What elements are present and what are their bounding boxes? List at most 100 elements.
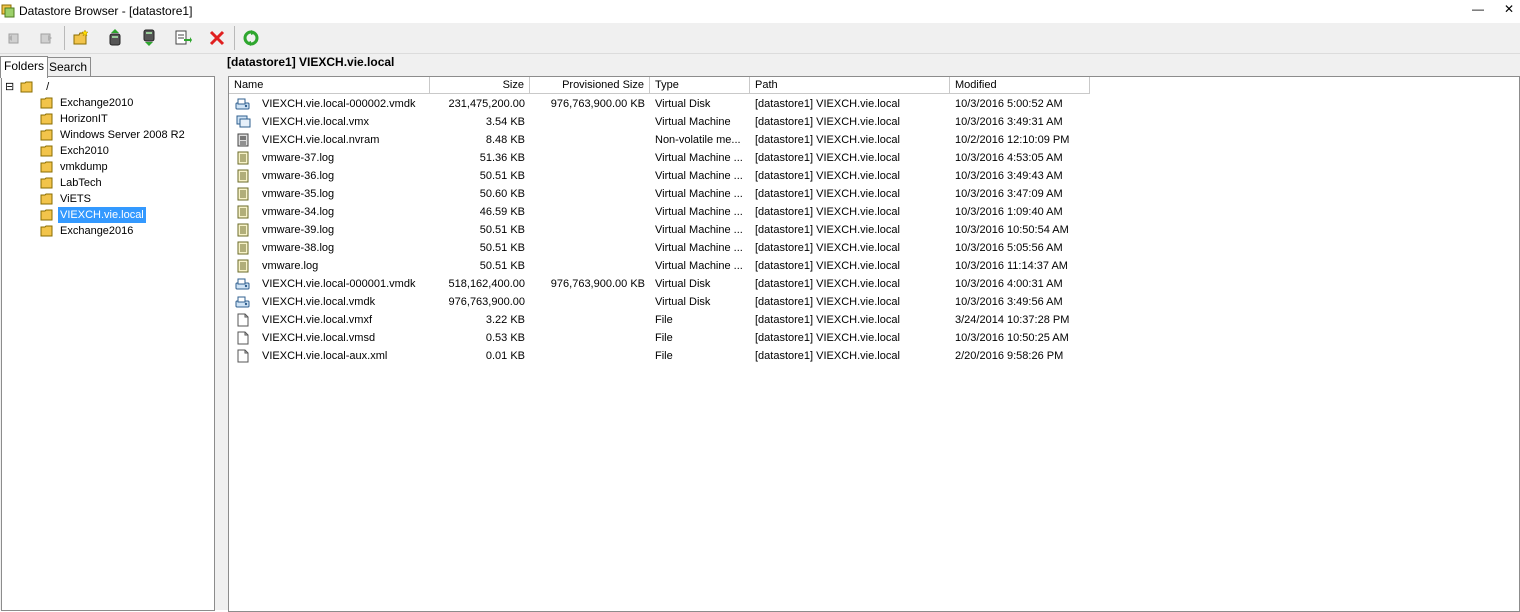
file-row[interactable]: vmware-35.log 50.60 KB Virtual Machine ...… — [229, 185, 1519, 203]
column-header-type[interactable]: Type — [650, 77, 750, 94]
folder-icon — [40, 129, 53, 141]
tree-folder-item[interactable]: HorizonIT — [38, 111, 110, 127]
register-vm-button[interactable] — [172, 27, 194, 49]
file-row[interactable]: vmware-39.log 50.51 KB Virtual Machine ...… — [229, 221, 1519, 239]
column-header-name[interactable]: Name — [229, 77, 430, 94]
folder-open-icon — [40, 209, 53, 221]
file-row[interactable]: vmware.log 50.51 KB Virtual Machine ... [da… — [229, 257, 1519, 275]
log-file-icon — [237, 169, 249, 183]
tree-folder-item[interactable]: ViETS — [38, 191, 93, 207]
file-list: Name Size Provisioned Size Type Path Mod… — [228, 76, 1520, 612]
cell-provisioned-size — [530, 131, 650, 149]
minimize-button[interactable]: — — [1472, 2, 1484, 16]
cell-size: 976,763,900.00 — [448, 296, 525, 308]
cell-path: [datastore1] VIEXCH.vie.local — [755, 98, 900, 110]
cell-provisioned-size — [530, 293, 650, 311]
cell-size: 46.59 KB — [479, 206, 525, 218]
back-button[interactable] — [3, 27, 25, 49]
cell-modified: 10/3/2016 1:09:40 AM — [955, 206, 1063, 218]
tree-folder-item[interactable]: Exchange2010 — [38, 95, 135, 111]
panel-splitter[interactable] — [217, 54, 225, 610]
tree-folder-item[interactable]: Windows Server 2008 R2 — [38, 127, 187, 143]
cell-name: VIEXCH.vie.local.vmx — [262, 116, 369, 128]
download-button[interactable] — [138, 27, 160, 49]
cell-modified: 10/3/2016 4:53:05 AM — [955, 152, 1063, 164]
column-header-provisioned-size[interactable]: Provisioned Size — [530, 77, 650, 94]
cell-size: 50.51 KB — [479, 260, 525, 272]
tree-folder-item[interactable]: LabTech — [38, 175, 104, 191]
cell-modified: 10/3/2016 4:00:31 AM — [955, 278, 1063, 290]
file-row[interactable]: VIEXCH.vie.local-000001.vmdk 518,162,400.… — [229, 275, 1519, 293]
cell-path: [datastore1] VIEXCH.vie.local — [755, 278, 900, 290]
cell-path: [datastore1] VIEXCH.vie.local — [755, 296, 900, 308]
cell-modified: 10/3/2016 11:14:37 AM — [955, 260, 1068, 272]
toolbar-separator — [234, 26, 235, 50]
tree-root[interactable]: ⊟ / — [5, 79, 51, 95]
cell-type: Virtual Disk — [655, 278, 711, 290]
file-row[interactable]: vmware-37.log 51.36 KB Virtual Machine ...… — [229, 149, 1519, 167]
close-window-button[interactable]: ✕ — [1504, 2, 1514, 16]
file-row[interactable]: VIEXCH.vie.local.nvram 8.48 KB Non-volatil… — [229, 131, 1519, 149]
file-row[interactable]: VIEXCH.vie.local.vmdk 976,763,900.00 Virtu… — [229, 293, 1519, 311]
tree-folder-item[interactable]: vmkdump — [38, 159, 110, 175]
tree-folder-item[interactable]: Exch2010 — [38, 143, 111, 159]
cell-type: Non-volatile me... — [655, 134, 741, 146]
column-header-modified[interactable]: Modified — [950, 77, 1090, 94]
cell-type: Virtual Disk — [655, 296, 711, 308]
cell-size: 0.01 KB — [485, 350, 525, 362]
file-row[interactable]: vmware-38.log 50.51 KB Virtual Machine ...… — [229, 239, 1519, 257]
log-file-icon — [237, 223, 249, 237]
cell-path: [datastore1] VIEXCH.vie.local — [755, 116, 900, 128]
cell-provisioned-size — [530, 239, 650, 257]
datastore-browser-icon — [1, 4, 15, 18]
cell-type: Virtual Disk — [655, 98, 711, 110]
tree-folder-label: Exchange2016 — [60, 225, 134, 237]
cell-name: vmware-35.log — [262, 188, 335, 200]
upload-icon — [109, 29, 121, 46]
cell-modified: 10/3/2016 5:00:52 AM — [955, 98, 1063, 110]
cell-name: VIEXCH.vie.local.vmdk — [262, 296, 376, 308]
file-row[interactable]: VIEXCH.vie.local-aux.xml 0.01 KB File [data… — [229, 347, 1519, 365]
folder-icon — [40, 177, 53, 189]
cell-name: VIEXCH.vie.local-000002.vmdk — [262, 98, 416, 110]
cell-path: [datastore1] VIEXCH.vie.local — [755, 242, 900, 254]
cell-name: vmware-37.log — [262, 152, 335, 164]
tree-folder-item[interactable]: Exchange2016 — [38, 223, 135, 239]
file-row[interactable]: VIEXCH.vie.local-000002.vmdk 231,475,200.… — [229, 95, 1519, 113]
file-row[interactable]: vmware-34.log 46.59 KB Virtual Machine ...… — [229, 203, 1519, 221]
cell-path: [datastore1] VIEXCH.vie.local — [755, 314, 900, 326]
file-row[interactable]: VIEXCH.vie.local.vmxf 3.22 KB File [datasto… — [229, 311, 1519, 329]
folder-icon — [40, 97, 53, 109]
cell-modified: 10/3/2016 3:47:09 AM — [955, 188, 1063, 200]
collapse-icon[interactable]: ⊟ — [5, 79, 17, 95]
upload-button[interactable] — [104, 27, 126, 49]
cell-name: vmware-36.log — [262, 170, 335, 182]
refresh-button[interactable] — [240, 27, 262, 49]
cell-size: 50.60 KB — [479, 188, 525, 200]
cell-provisioned-size — [530, 311, 650, 329]
refresh-icon — [243, 30, 259, 46]
cell-modified: 10/3/2016 10:50:25 AM — [955, 332, 1069, 344]
cell-size: 3.22 KB — [485, 314, 525, 326]
new-folder-button[interactable] — [70, 27, 92, 49]
file-row[interactable]: VIEXCH.vie.local.vmsd 0.53 KB File [datasto… — [229, 329, 1519, 347]
file-row[interactable]: VIEXCH.vie.local.vmx 3.54 KB Virtual Machi… — [229, 113, 1519, 131]
cell-provisioned-size — [530, 167, 650, 185]
cell-provisioned-size — [530, 113, 650, 131]
tree-folder-item[interactable]: VIEXCH.vie.local — [38, 206, 147, 224]
file-row[interactable]: vmware-36.log 50.51 KB Virtual Machine ...… — [229, 167, 1519, 185]
tab-folders[interactable]: Folders — [0, 56, 49, 78]
cell-type: Virtual Machine ... — [655, 242, 743, 254]
virtual-disk-icon — [235, 296, 250, 308]
delete-button[interactable] — [206, 27, 228, 49]
tree-folder-label: LabTech — [60, 177, 102, 189]
tab-search[interactable]: Search — [45, 57, 92, 77]
cell-provisioned-size — [530, 185, 650, 203]
folder-open-icon — [20, 81, 33, 93]
tree-root-label: / — [46, 81, 50, 93]
forward-icon — [40, 33, 52, 44]
cell-size: 50.51 KB — [479, 170, 525, 182]
column-header-size[interactable]: Size — [430, 77, 530, 94]
forward-button[interactable] — [35, 27, 57, 49]
column-header-path[interactable]: Path — [750, 77, 950, 94]
